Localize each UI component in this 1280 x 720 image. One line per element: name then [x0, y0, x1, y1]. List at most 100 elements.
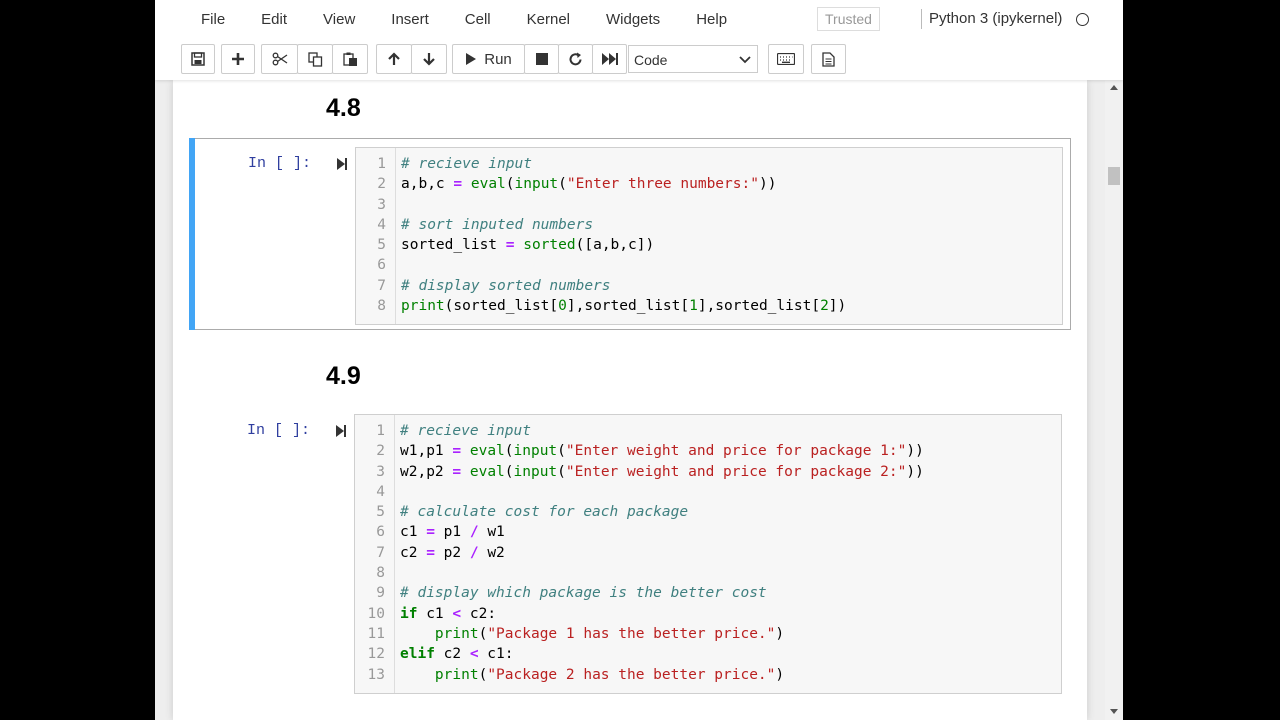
- code-line[interactable]: 3 w2,p2 = eval(input("Enter weight and pr…: [355, 462, 1061, 482]
- interrupt-button[interactable]: [524, 44, 559, 74]
- code-line[interactable]: 4 # sort inputed numbers: [356, 215, 1062, 235]
- save-button[interactable]: [181, 44, 215, 74]
- line-number: 9: [376, 585, 385, 602]
- code-line[interactable]: 3: [356, 195, 1062, 215]
- line-number: 3: [377, 196, 386, 213]
- notebook-container[interactable]: 4.8 In [ ]: 1 # recieve input 2 a,b,c = eva…: [173, 80, 1087, 720]
- markdown-heading-4-9: 4.9: [326, 362, 361, 390]
- line-number: 1: [376, 423, 385, 439]
- line-number: 4: [376, 483, 385, 500]
- run-button[interactable]: Run: [452, 44, 525, 74]
- code-line[interactable]: 6 c1 = p1 / w1: [355, 522, 1061, 542]
- code-line[interactable]: 8: [355, 563, 1061, 583]
- code-line[interactable]: 12 elif c2 < c1:: [355, 644, 1061, 664]
- code-text: # recieve input: [400, 423, 531, 439]
- scrollbar-thumb[interactable]: [1108, 167, 1120, 185]
- menu-cell[interactable]: Cell: [447, 11, 509, 28]
- code-text: print("Package 1 has the better price."): [434, 625, 785, 642]
- code-line[interactable]: 6: [356, 255, 1062, 275]
- notebook-header: File Edit View Insert Cell Kernel Widget…: [155, 0, 1123, 80]
- line-number: 7: [377, 277, 386, 294]
- code-line[interactable]: 5 # calculate cost for each package: [355, 502, 1061, 522]
- paste-icon: [342, 52, 357, 66]
- code-text: a,b,c = eval(input("Enter three numbers:…: [401, 176, 777, 193]
- run-cell-icon[interactable]: [336, 157, 348, 171]
- code-line[interactable]: 9 # display which package is the better c…: [355, 583, 1061, 603]
- move-down-button[interactable]: [411, 44, 447, 74]
- restart-button[interactable]: [558, 44, 593, 74]
- move-up-button[interactable]: [376, 44, 412, 74]
- keyboard-icon: [777, 53, 795, 65]
- code-line[interactable]: 13 print("Package 2 has the better price…: [355, 665, 1061, 685]
- line-number: 1: [377, 156, 386, 172]
- code-text: elif c2 < c1:: [400, 646, 514, 663]
- menu-kernel[interactable]: Kernel: [509, 11, 588, 28]
- cut-icon: [272, 52, 287, 66]
- code-text: print("Package 2 has the better price."): [434, 666, 785, 683]
- run-label: Run: [484, 50, 512, 68]
- input-prompt: In [ ]:: [248, 155, 312, 172]
- code-text: # display sorted numbers: [401, 277, 611, 294]
- arrow-up-icon: [388, 52, 400, 65]
- page-scrollbar[interactable]: [1105, 80, 1123, 720]
- code-text: sorted_list = sorted([a,b,c]): [401, 237, 655, 254]
- line-number: 2: [376, 443, 385, 460]
- code-cell[interactable]: In [ ]: 1 # recieve input 2 a,b,c = eval(in…: [189, 138, 1071, 330]
- code-line[interactable]: 1 # recieve input: [356, 154, 1062, 174]
- line-number: 6: [377, 257, 386, 274]
- restart-run-all-button[interactable]: [592, 44, 627, 74]
- code-editor[interactable]: 1 # recieve input 2 a,b,c = eval(input("Ent…: [355, 147, 1063, 325]
- plus-icon: [232, 53, 244, 65]
- code-line[interactable]: 11 print("Package 1 has the better price…: [355, 624, 1061, 644]
- code-line[interactable]: 10 if c1 < c2:: [355, 604, 1061, 624]
- code-text: c1 = p1 / w1: [400, 524, 505, 541]
- cell-type-select[interactable]: Code: [628, 45, 758, 73]
- trusted-badge[interactable]: Trusted: [817, 7, 880, 31]
- line-number: 8: [377, 298, 386, 315]
- code-line[interactable]: 7 c2 = p2 / w2: [355, 543, 1061, 563]
- code-editor[interactable]: 1 # recieve input 2 w1,p1 = eval(input("Ent…: [354, 414, 1062, 694]
- scroll-up-arrow-icon[interactable]: [1110, 85, 1118, 90]
- code-text: # calculate cost for each package: [400, 504, 689, 521]
- line-number: 5: [377, 237, 386, 254]
- command-palette-button[interactable]: [811, 44, 846, 74]
- keyboard-shortcuts-button[interactable]: [768, 44, 804, 74]
- selected-cell-bar: [189, 138, 195, 330]
- code-text: if c1 < c2:: [400, 605, 497, 622]
- code-text: # recieve input: [401, 156, 532, 172]
- code-line[interactable]: 1 # recieve input: [355, 421, 1061, 441]
- copy-button[interactable]: [297, 44, 333, 74]
- paste-button[interactable]: [332, 44, 368, 74]
- code-line[interactable]: 4: [355, 482, 1061, 502]
- menu-help[interactable]: Help: [678, 11, 745, 28]
- cell-type-value: Code: [634, 52, 668, 68]
- menu-edit[interactable]: Edit: [243, 11, 305, 28]
- menu-bar: File Edit View Insert Cell Kernel Widget…: [181, 0, 745, 38]
- kernel-status-icon: [1076, 13, 1089, 26]
- scroll-down-arrow-icon[interactable]: [1110, 709, 1118, 714]
- code-lines: 1 # recieve input 2 w1,p1 = eval(input("Ent…: [355, 415, 1061, 691]
- chevron-down-icon: [739, 46, 751, 83]
- input-prompt: In [ ]:: [247, 422, 311, 439]
- menu-widgets[interactable]: Widgets: [588, 11, 678, 28]
- insert-cell-button[interactable]: [221, 44, 255, 74]
- code-line[interactable]: 5 sorted_list = sorted([a,b,c]): [356, 235, 1062, 255]
- code-line[interactable]: 8 print(sorted_list[0],sorted_list[1],sor…: [356, 296, 1062, 316]
- menu-file[interactable]: File: [181, 11, 243, 28]
- code-cell[interactable]: In [ ]: 1 # recieve input 2 w1,p1 = eval(in…: [189, 406, 1071, 696]
- stop-icon: [535, 53, 548, 65]
- code-text: # sort inputed numbers: [401, 216, 594, 233]
- line-number: 2: [377, 176, 386, 193]
- code-line[interactable]: 2 a,b,c = eval(input("Enter three numbers…: [356, 174, 1062, 194]
- run-cell-icon[interactable]: [335, 424, 347, 438]
- code-line[interactable]: 2 w1,p1 = eval(input("Enter weight and pr…: [355, 441, 1061, 461]
- kernel-name[interactable]: Python 3 (ipykernel): [929, 10, 1062, 27]
- restart-icon: [569, 52, 582, 65]
- code-text: w2,p2 = eval(input("Enter weight and pri…: [400, 463, 924, 480]
- menu-view[interactable]: View: [305, 11, 373, 28]
- code-line[interactable]: 7 # display sorted numbers: [356, 276, 1062, 296]
- menu-insert[interactable]: Insert: [373, 11, 447, 28]
- code-text: # display which package is the better co…: [400, 585, 767, 602]
- cut-button[interactable]: [261, 44, 298, 74]
- code-text: print(sorted_list[0],sorted_list[1],sort…: [401, 298, 847, 315]
